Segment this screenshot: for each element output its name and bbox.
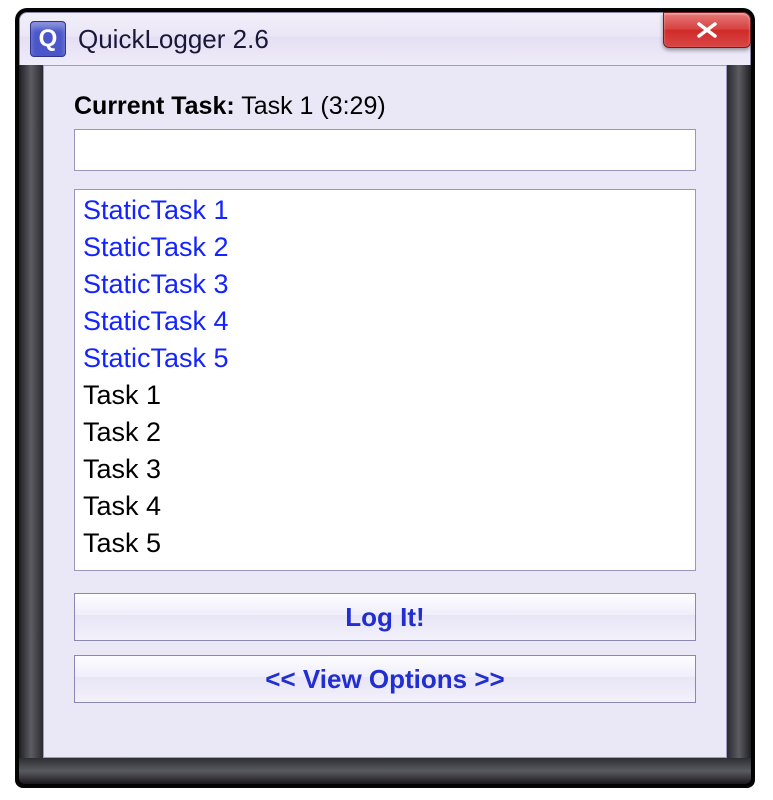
- current-task-label: Current Task:: [74, 92, 235, 120]
- list-item[interactable]: StaticTask 1: [83, 192, 687, 229]
- task-listbox[interactable]: StaticTask 1StaticTask 2StaticTask 3Stat…: [74, 189, 696, 571]
- titlebar: Q QuickLogger 2.6: [19, 12, 751, 66]
- close-button[interactable]: [663, 12, 751, 48]
- frame-left: [19, 65, 43, 758]
- list-item[interactable]: StaticTask 4: [83, 303, 687, 340]
- log-it-button[interactable]: Log It!: [74, 593, 696, 641]
- list-item[interactable]: Task 4: [83, 488, 687, 525]
- app-icon: Q: [30, 21, 66, 57]
- view-options-button[interactable]: << View Options >>: [74, 655, 696, 703]
- current-task-value: Task 1 (3:29): [241, 92, 386, 120]
- window-frame: Q QuickLogger 2.6 Current Task: Task 1 (…: [15, 8, 755, 788]
- list-item[interactable]: StaticTask 3: [83, 266, 687, 303]
- list-item[interactable]: StaticTask 5: [83, 340, 687, 377]
- task-input[interactable]: [74, 129, 696, 171]
- close-icon: [694, 21, 720, 39]
- client-area: Current Task: Task 1 (3:29) StaticTask 1…: [43, 65, 727, 758]
- list-item[interactable]: Task 5: [83, 525, 687, 562]
- list-item[interactable]: StaticTask 2: [83, 229, 687, 266]
- list-item[interactable]: Task 3: [83, 451, 687, 488]
- current-task-line: Current Task: Task 1 (3:29): [74, 92, 696, 121]
- list-item[interactable]: Task 1: [83, 377, 687, 414]
- frame-bottom: [19, 758, 751, 784]
- frame-right: [727, 65, 751, 758]
- window-title: QuickLogger 2.6: [78, 24, 269, 55]
- app-icon-letter: Q: [39, 25, 58, 53]
- list-item[interactable]: Task 2: [83, 414, 687, 451]
